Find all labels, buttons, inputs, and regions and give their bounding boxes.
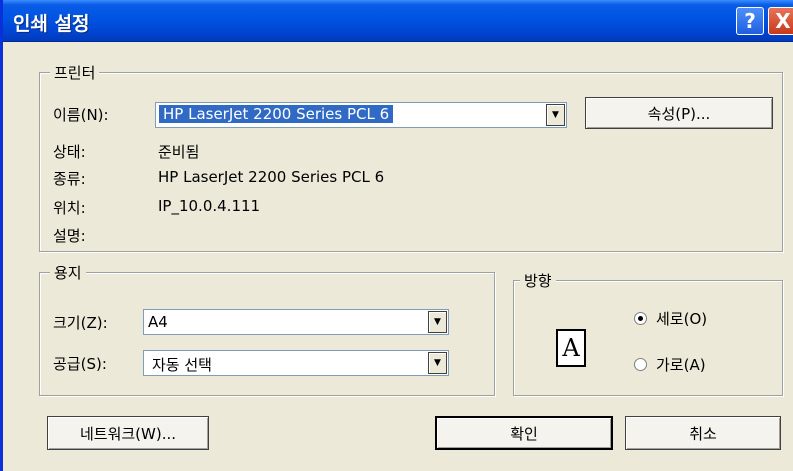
status-label: 상태: bbox=[53, 143, 86, 161]
landscape-radio[interactable] bbox=[634, 358, 647, 371]
paper-source-select[interactable]: 자동 선택 ▼ bbox=[143, 350, 449, 376]
chevron-down-icon: ▼ bbox=[552, 110, 559, 120]
page-icon-letter: A bbox=[562, 334, 580, 362]
cancel-button[interactable]: 취소 bbox=[625, 416, 781, 450]
print-setup-dialog: 인쇄 설정 ? X 프린터 이름(N): HP LaserJet 2200 Se… bbox=[0, 0, 793, 471]
location-value: IP_10.0.4.111 bbox=[158, 197, 261, 215]
portrait-page-icon: A bbox=[556, 329, 586, 367]
type-label: 종류: bbox=[53, 170, 86, 188]
paper-source-dropdown-button[interactable]: ▼ bbox=[428, 352, 447, 374]
location-label: 위치: bbox=[53, 199, 86, 217]
status-value: 준비됨 bbox=[158, 143, 200, 161]
paper-size-value: A4 bbox=[148, 313, 168, 331]
ok-button[interactable]: 확인 bbox=[435, 416, 613, 450]
paper-source-label: 공급(S): bbox=[53, 355, 107, 373]
close-button[interactable]: X bbox=[768, 7, 793, 35]
properties-button[interactable]: 속성(P)... bbox=[585, 97, 773, 129]
type-value: HP LaserJet 2200 Series PCL 6 bbox=[158, 168, 385, 186]
paper-size-label: 크기(Z): bbox=[53, 314, 108, 332]
printer-name-value: HP LaserJet 2200 Series PCL 6 bbox=[159, 105, 394, 123]
close-icon: X bbox=[775, 9, 791, 33]
window-title: 인쇄 설정 bbox=[13, 13, 90, 35]
printer-name-label: 이름(N): bbox=[53, 106, 109, 124]
orientation-group-legend: 방향 bbox=[520, 270, 556, 291]
help-icon: ? bbox=[744, 9, 756, 33]
title-bar[interactable]: 인쇄 설정 ? X bbox=[3, 0, 793, 42]
paper-size-dropdown-button[interactable]: ▼ bbox=[428, 311, 447, 333]
help-button[interactable]: ? bbox=[736, 7, 764, 35]
printer-group-legend: 프린터 bbox=[50, 62, 100, 83]
paper-group-legend: 용지 bbox=[50, 262, 86, 283]
printer-name-select[interactable]: HP LaserJet 2200 Series PCL 6 ▼ bbox=[155, 102, 567, 128]
paper-source-value: 자동 선택 bbox=[152, 356, 212, 374]
orientation-group: 방향 bbox=[513, 270, 783, 396]
landscape-label[interactable]: 가로(A) bbox=[656, 354, 706, 375]
network-button[interactable]: 네트워크(W)... bbox=[47, 416, 209, 450]
portrait-label[interactable]: 세로(O) bbox=[656, 308, 707, 329]
comment-label: 설명: bbox=[53, 227, 86, 245]
portrait-radio[interactable] bbox=[634, 312, 647, 325]
paper-size-select[interactable]: A4 ▼ bbox=[143, 309, 449, 335]
chevron-down-icon: ▼ bbox=[434, 358, 441, 368]
printer-name-dropdown-button[interactable]: ▼ bbox=[546, 104, 565, 126]
chevron-down-icon: ▼ bbox=[434, 317, 441, 327]
